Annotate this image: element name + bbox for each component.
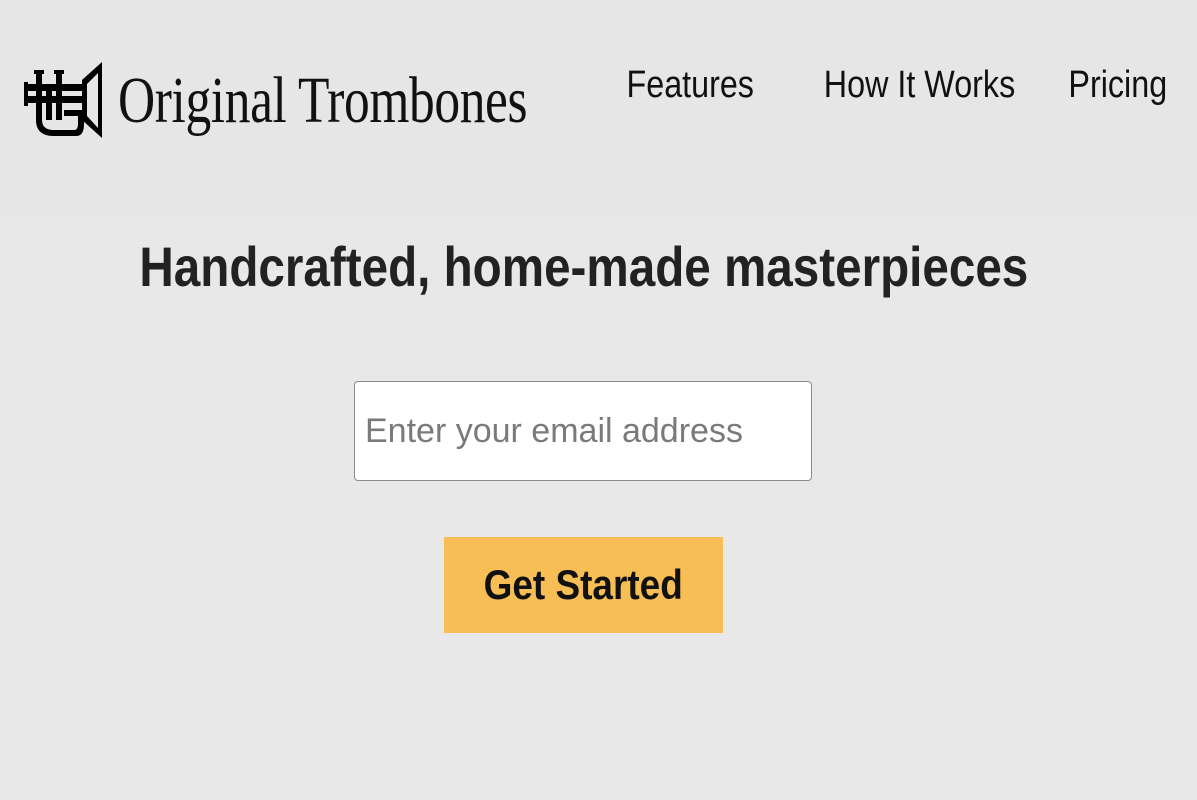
brand-name: Original Trombones (118, 64, 528, 137)
nav-pricing[interactable]: Pricing (1068, 64, 1167, 107)
main-nav: Features How It Works Pricing (604, 64, 1167, 107)
get-started-label: Get Started (483, 561, 684, 608)
nav-how-it-works[interactable]: How It Works (823, 64, 1014, 107)
site-header: Original Trombones Features How It Works… (0, 0, 1197, 215)
nav-features[interactable]: Features (626, 64, 753, 107)
brand-logo-link[interactable]: Original Trombones (24, 58, 643, 144)
trumpet-icon (24, 62, 102, 138)
get-started-button[interactable]: Get Started (444, 537, 723, 633)
email-input[interactable] (354, 381, 812, 481)
hero-headline-text: Handcrafted, home-made masterpieces (139, 235, 1028, 298)
hero-headline: Handcrafted, home-made masterpieces (0, 234, 1167, 299)
